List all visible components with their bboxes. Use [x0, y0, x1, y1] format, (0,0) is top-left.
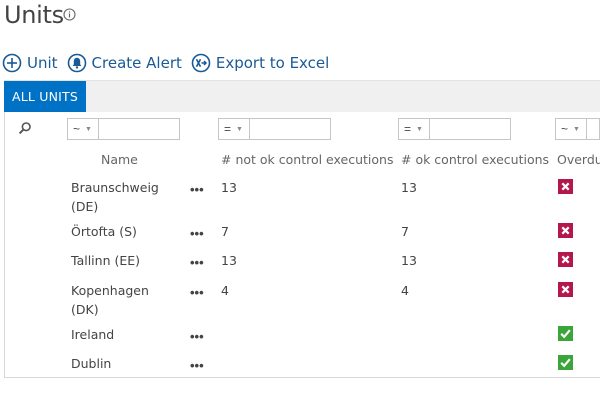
filter-name-operator-value: ~ [73, 122, 81, 136]
filter-ok-operator-value: = [404, 122, 412, 136]
status-cross-icon [558, 223, 573, 238]
filter-not-ok-operator-value: = [224, 122, 232, 136]
info-icon[interactable] [63, 8, 76, 21]
excel-export-icon [191, 53, 211, 73]
plus-circle-icon [2, 53, 22, 73]
status-check-icon [558, 326, 573, 341]
create-alert-label: Create Alert [91, 54, 182, 72]
row-menu-button[interactable]: ••• [190, 182, 204, 197]
filter-overdue-operator-value: ~ [561, 122, 569, 136]
chevron-down-icon: ▼ [85, 125, 92, 133]
status-cross-icon [558, 179, 573, 194]
add-unit-label: Unit [27, 54, 58, 72]
add-unit-button[interactable]: Unit [2, 53, 58, 73]
toolbar: Unit Create Alert Export to Excel [0, 52, 338, 74]
status-cross-icon [558, 252, 573, 267]
row-name[interactable]: Örtofta (S) [71, 222, 179, 241]
chevron-down-icon: ▼ [416, 125, 423, 133]
filter-name-operator[interactable]: ~ ▼ [67, 118, 99, 140]
row-not-ok-count: 13 [221, 253, 237, 268]
row-not-ok-count: 13 [221, 180, 237, 195]
row-ok-count: 7 [401, 224, 409, 239]
row-menu-button[interactable]: ••• [190, 358, 204, 373]
tab-bar: ALL UNITS [4, 80, 600, 112]
tab-all-units[interactable]: ALL UNITS [4, 81, 86, 112]
filter-not-ok-operator[interactable]: = ▼ [218, 118, 250, 140]
column-header-overdue[interactable]: Overdue [557, 152, 600, 167]
filter-ok-operator[interactable]: = ▼ [398, 118, 430, 140]
filter-not-ok-input[interactable] [250, 118, 331, 140]
row-not-ok-count: 7 [221, 224, 229, 239]
filter-overdue-operator[interactable]: ~ ▼ [555, 118, 587, 140]
filter-ok: = ▼ [398, 118, 511, 140]
status-check-icon [558, 355, 573, 370]
row-menu-button[interactable]: ••• [190, 329, 204, 344]
page-title: Units [4, 1, 64, 29]
filter-ok-input[interactable] [430, 118, 511, 140]
export-to-excel-label: Export to Excel [215, 54, 330, 72]
row-name[interactable]: Braunschweig (DE) [71, 178, 179, 216]
row-name[interactable]: Dublin [71, 354, 179, 373]
filter-overdue: ~ ▼ [555, 118, 600, 140]
column-header-name[interactable]: Name [101, 152, 138, 167]
row-name[interactable]: Ireland [71, 325, 179, 344]
chevron-down-icon: ▼ [236, 125, 243, 133]
column-header-not-ok[interactable]: # not ok control executions [221, 152, 393, 167]
row-not-ok-count: 4 [221, 283, 229, 298]
export-to-excel-button[interactable]: Export to Excel [191, 53, 329, 73]
filter-name-input[interactable] [99, 118, 180, 140]
filter-not-ok: = ▼ [218, 118, 331, 140]
row-name[interactable]: Tallinn (EE) [71, 251, 179, 270]
bell-icon [67, 53, 86, 73]
filter-name: ~ ▼ [67, 118, 180, 140]
search-icon[interactable] [18, 121, 32, 135]
chevron-down-icon: ▼ [573, 125, 580, 133]
filter-overdue-input[interactable] [587, 118, 600, 140]
row-menu-button[interactable]: ••• [190, 285, 204, 300]
row-ok-count: 13 [401, 180, 417, 195]
row-menu-button[interactable]: ••• [190, 226, 204, 241]
row-menu-button[interactable]: ••• [190, 255, 204, 270]
row-ok-count: 13 [401, 253, 417, 268]
row-ok-count: 4 [401, 283, 409, 298]
row-name[interactable]: Kopenhagen (DK) [71, 281, 179, 319]
status-cross-icon [558, 282, 573, 297]
create-alert-button[interactable]: Create Alert [67, 53, 182, 73]
column-header-ok[interactable]: # ok control executions [401, 152, 549, 167]
